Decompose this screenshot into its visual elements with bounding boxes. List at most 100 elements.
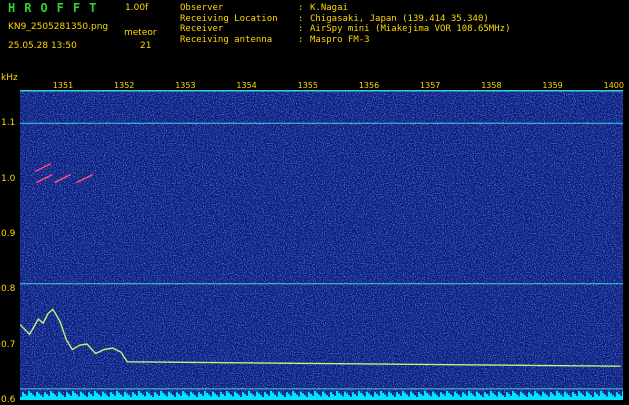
baseline-noise-bar <box>472 394 474 400</box>
baseline-noise-bar <box>342 396 344 400</box>
baseline-noise-bar <box>448 392 450 400</box>
baseline-noise-bar <box>326 395 328 400</box>
baseline-noise-bar <box>562 396 564 400</box>
baseline-noise-bar <box>80 391 82 400</box>
baseline-noise-bar <box>298 396 300 400</box>
baseline-noise-bar <box>374 392 376 400</box>
baseline-noise-bar <box>154 392 156 400</box>
baseline-noise-bar <box>366 391 368 400</box>
baseline-noise-bar <box>192 393 194 400</box>
baseline-noise-bar <box>500 393 502 400</box>
baseline-noise-bar <box>146 391 148 400</box>
baseline-noise-bar <box>456 393 458 400</box>
baseline-noise-bar <box>494 394 496 400</box>
baseline-noise-bar <box>468 391 470 400</box>
info-row-antenna: Receiving antenna: Maspro FM-3 <box>180 35 510 46</box>
spectrogram <box>20 90 623 400</box>
baseline-noise-bar <box>210 396 212 400</box>
baseline-noise-bar <box>620 395 622 400</box>
baseline-noise-bar <box>182 391 184 400</box>
baseline-noise-bar <box>426 392 428 400</box>
baseline-noise-bar <box>382 392 384 400</box>
baseline-noise-bar <box>412 393 414 400</box>
baseline-noise-bar <box>330 392 332 400</box>
baseline-noise-bar <box>608 391 610 400</box>
baseline-noise-bar <box>362 394 364 400</box>
baseline-noise-bar <box>246 395 248 400</box>
baseline-noise-bar <box>206 392 208 400</box>
baseline-noise-bar <box>414 395 416 400</box>
baseline-noise-bar <box>26 395 28 400</box>
baseline-noise-bar <box>418 392 420 400</box>
baseline-noise-bar <box>138 391 140 400</box>
baseline-noise-bar <box>158 395 160 400</box>
baseline-noise-bar <box>610 393 612 400</box>
baseline-noise-bar <box>312 395 314 400</box>
baseline-noise-bar <box>148 393 150 400</box>
baseline-noise-bar <box>512 391 514 400</box>
baseline-noise-bar <box>484 392 486 400</box>
baseline-noise-bar <box>280 393 282 400</box>
baseline-noise-bar <box>586 391 588 400</box>
baseline-noise-bar <box>358 391 360 400</box>
baseline-noise-bar <box>618 394 620 400</box>
baseline-noise-bar <box>32 394 34 400</box>
baseline-noise-bar <box>142 394 144 400</box>
baseline-noise-bar <box>346 393 348 400</box>
baseline-noise-bar <box>324 393 326 400</box>
baseline-noise-bar <box>452 396 454 400</box>
baseline-noise-bar <box>544 393 546 400</box>
y-tick-label: 0.9 <box>1 228 16 239</box>
baseline-noise-bar <box>534 391 536 400</box>
baseline-noise-bar <box>264 392 266 400</box>
x-tick-label: 1357 <box>420 81 441 90</box>
baseline-noise-bar <box>296 394 298 400</box>
baseline-noise-bar <box>124 391 126 400</box>
baseline-noise-bar <box>178 394 180 400</box>
baseline-noise-bar <box>278 391 280 400</box>
baseline-noise-bar <box>556 391 558 400</box>
baseline-noise-bar <box>54 394 56 400</box>
baseline-noise-bar <box>68 394 70 400</box>
baseline-noise-bar <box>266 394 268 400</box>
baseline-noise-bar <box>546 395 548 400</box>
baseline-noise-bar <box>236 393 238 400</box>
baseline-noise-bar <box>340 394 342 400</box>
baseline-noise-bar <box>104 393 106 400</box>
baseline-noise-bar <box>458 395 460 400</box>
baseline-noise-bar <box>208 394 210 400</box>
baseline-noise-bar <box>316 392 318 400</box>
baseline-noise-bar <box>204 391 206 400</box>
filename-label: KN9_2505281350.png <box>8 22 109 32</box>
baseline-noise-bar <box>282 395 284 400</box>
baseline-noise-bar <box>110 392 112 400</box>
baseline-noise-bar <box>256 391 258 400</box>
baseline-noise-bar <box>36 391 38 400</box>
baseline-noise-bar <box>272 392 274 400</box>
baseline-noise-bar <box>270 391 272 400</box>
baseline-noise-bar <box>220 392 222 400</box>
baseline-noise-bar <box>164 394 166 400</box>
baseline-noise-bar <box>604 394 606 400</box>
baseline-noise-bar <box>348 395 350 400</box>
baseline-noise-bar <box>476 391 478 400</box>
baseline-noise-bar <box>580 392 582 400</box>
baseline-noise-bar <box>222 394 224 400</box>
baseline-noise-bar <box>48 395 50 400</box>
baseline-noise-bar <box>290 395 292 400</box>
baseline-noise-bar <box>202 395 204 400</box>
baseline-noise-bar <box>410 391 412 400</box>
baseline-noise-bar <box>102 391 104 400</box>
baseline-noise-bar <box>212 391 214 400</box>
baseline-noise-bar <box>594 392 596 400</box>
baseline-noise-bar <box>368 393 370 400</box>
baseline-noise-bar <box>578 391 580 400</box>
baseline-noise-bar <box>576 395 578 400</box>
baseline-noise-bar <box>470 392 472 400</box>
baseline-noise-bar <box>302 393 304 400</box>
baseline-noise-bar <box>96 392 98 400</box>
baseline-noise-bar <box>162 392 164 400</box>
baseline-noise-bar <box>116 391 118 400</box>
baseline-noise-bar <box>376 394 378 400</box>
baseline-noise-bar <box>378 395 380 400</box>
